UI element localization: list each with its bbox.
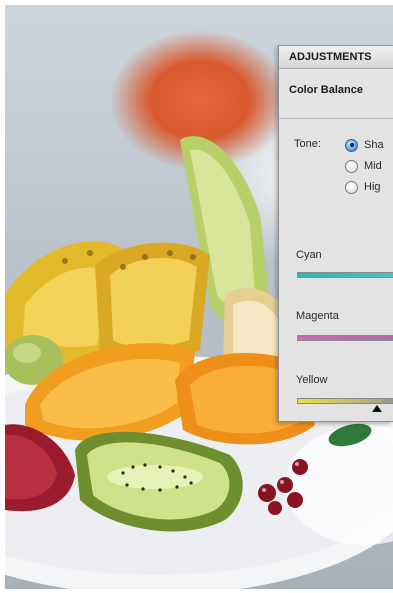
radio-button[interactable] <box>345 180 358 194</box>
magenta-green-slider[interactable] <box>297 335 393 341</box>
tone-label: Tone: <box>294 138 321 150</box>
tone-option-label: Hig <box>364 181 381 193</box>
radio-button-selected[interactable] <box>345 138 358 152</box>
magenta-green-label: Magenta <box>296 310 339 322</box>
tone-option-shadows[interactable]: Sha <box>345 137 384 153</box>
yellow-blue-label: Yellow <box>296 374 328 386</box>
panel-header: ADJUSTMENTS <box>279 46 393 69</box>
tone-option-highlights[interactable]: Hig <box>345 179 381 195</box>
yellow-blue-slider-thumb[interactable] <box>372 405 382 412</box>
cyan-red-slider[interactable] <box>297 272 393 278</box>
tone-option-label: Mid <box>364 160 382 172</box>
tone-option-midtones[interactable]: Mid <box>345 158 382 174</box>
tone-option-label: Sha <box>364 139 384 151</box>
adjustments-panel: ADJUSTMENTS Color Balance Tone: Sha Mid … <box>278 45 393 422</box>
panel-divider <box>279 118 393 119</box>
cyan-red-label: Cyan <box>296 249 322 261</box>
panel-title: ADJUSTMENTS <box>289 51 372 63</box>
adjustment-name: Color Balance <box>289 84 363 96</box>
radio-button[interactable] <box>345 159 358 173</box>
yellow-blue-slider[interactable] <box>297 398 393 404</box>
